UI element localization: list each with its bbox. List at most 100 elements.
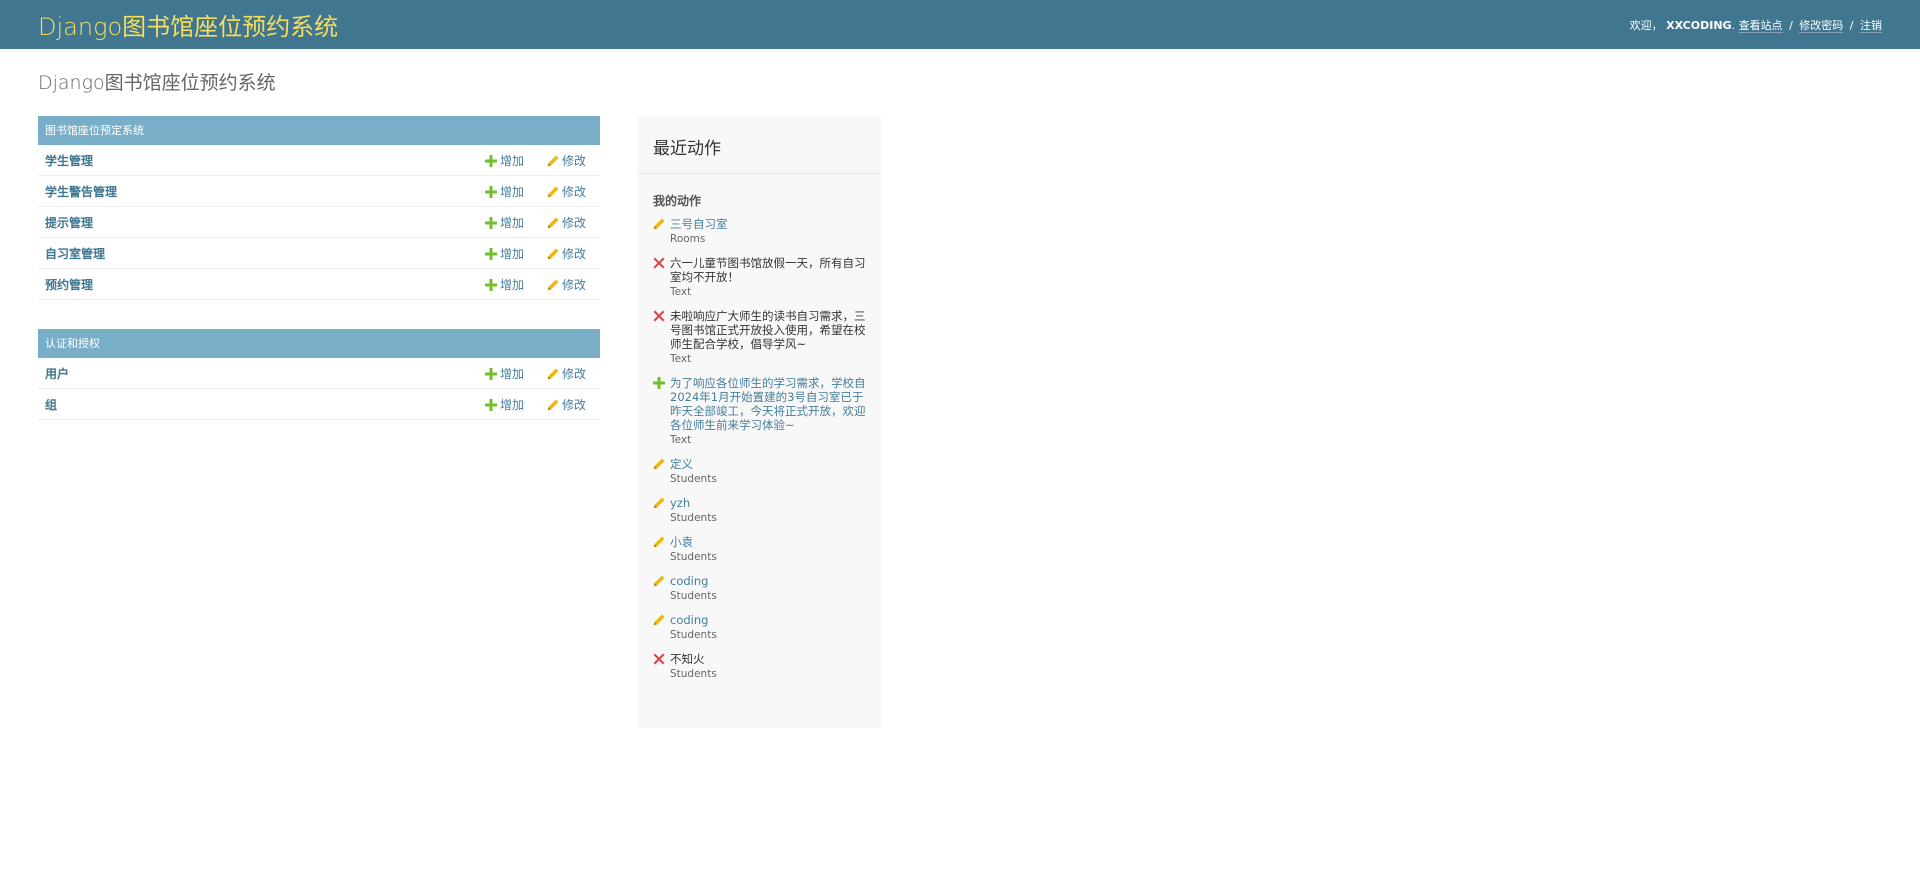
pencil-icon bbox=[653, 218, 665, 230]
pencil-icon bbox=[547, 248, 559, 259]
recent-action-item: 未啦响应广大师生的读书自习需求，三号图书馆正式开放投入使用，希望在校师生配合学校… bbox=[653, 309, 866, 366]
action-title[interactable]: 为了响应各位师生的学习需求，学校自2024年1月开始置建的3号自习室已于昨天全部… bbox=[670, 376, 866, 432]
change-label: 修改 bbox=[562, 153, 587, 168]
action-content-type: Rooms bbox=[670, 233, 706, 245]
change-link[interactable]: 修改 bbox=[547, 214, 593, 231]
add-label: 增加 bbox=[500, 277, 525, 292]
add-link[interactable]: 增加 bbox=[485, 396, 547, 413]
recent-action-item: 六一儿童节图书馆放假一天，所有自习室均不开放！ Text bbox=[653, 256, 866, 299]
model-row: 组增加 修改 bbox=[38, 389, 600, 420]
page-title: Django图书馆座位预约系统 bbox=[38, 72, 276, 94]
pencil-icon bbox=[547, 368, 559, 379]
pencil-icon bbox=[653, 458, 665, 470]
add-label: 增加 bbox=[500, 153, 525, 168]
action-title: 不知火 bbox=[670, 652, 705, 666]
add-link[interactable]: 增加 bbox=[485, 245, 547, 262]
action-title: 六一儿童节图书馆放假一天，所有自习室均不开放！ bbox=[670, 256, 866, 284]
recent-action-item: 不知火 Students bbox=[653, 652, 866, 681]
model-link[interactable]: 组 bbox=[45, 396, 485, 413]
action-content-type: Students bbox=[670, 512, 717, 524]
separator: / bbox=[1789, 18, 1793, 32]
action-title[interactable]: coding bbox=[670, 574, 866, 588]
action-body: 三号自习室 Rooms bbox=[670, 217, 866, 246]
app-module: 认证和授权 用户 增加 修改组增加 修改 bbox=[38, 329, 600, 420]
add-link[interactable]: 增加 bbox=[485, 365, 547, 382]
recent-action-item[interactable]: 为了响应各位师生的学习需求，学校自2024年1月开始置建的3号自习室已于昨天全部… bbox=[653, 376, 866, 447]
plus-icon bbox=[485, 185, 497, 198]
action-body: yzh Students bbox=[670, 496, 866, 525]
add-label: 增加 bbox=[500, 246, 525, 261]
recent-action-item[interactable]: 小袁 Students bbox=[653, 535, 866, 564]
model-link[interactable]: 学生警告管理 bbox=[45, 183, 485, 200]
recent-action-item[interactable]: coding Students bbox=[653, 613, 866, 642]
plus-icon bbox=[485, 216, 497, 229]
site-branding[interactable]: Django图书馆座位预约系统 bbox=[38, 7, 338, 42]
pencil-icon bbox=[547, 279, 559, 290]
action-title[interactable]: 小袁 bbox=[670, 535, 866, 549]
delete-x-icon bbox=[653, 310, 665, 322]
change-link[interactable]: 修改 bbox=[547, 396, 593, 413]
action-body: coding Students bbox=[670, 613, 866, 642]
pencil-icon bbox=[547, 155, 559, 166]
action-body: 未啦响应广大师生的读书自习需求，三号图书馆正式开放投入使用，希望在校师生配合学校… bbox=[670, 309, 866, 366]
module-caption[interactable]: 图书馆座位预定系统 bbox=[38, 116, 600, 145]
logout-link[interactable]: 注销 bbox=[1860, 18, 1882, 33]
change-password-link[interactable]: 修改密码 bbox=[1799, 18, 1844, 33]
add-link[interactable]: 增加 bbox=[485, 214, 547, 231]
module-caption[interactable]: 认证和授权 bbox=[38, 329, 600, 358]
model-row: 自习室管理 增加 修改 bbox=[38, 238, 600, 269]
add-link[interactable]: 增加 bbox=[485, 276, 547, 293]
action-title[interactable]: 定义 bbox=[670, 457, 866, 471]
change-link[interactable]: 修改 bbox=[547, 245, 593, 262]
plus-icon bbox=[653, 377, 665, 389]
change-link[interactable]: 修改 bbox=[547, 152, 593, 169]
change-link[interactable]: 修改 bbox=[547, 183, 593, 200]
delete-x-icon bbox=[653, 653, 665, 665]
username-period: . bbox=[1731, 18, 1736, 32]
header-bar: Django图书馆座位预约系统 欢迎， XXCODING. 查看站点 / 修改密… bbox=[0, 0, 1920, 49]
action-body: 定义 Students bbox=[670, 457, 866, 486]
content-area: Django图书馆座位预约系统 图书馆座位预定系统 学生管理 增加 修改 学生警告管理增… bbox=[0, 49, 1920, 728]
action-title[interactable]: 三号自习室 bbox=[670, 217, 866, 231]
action-body: coding Students bbox=[670, 574, 866, 603]
action-body: 不知火 Students bbox=[670, 652, 866, 681]
model-row: 学生警告管理 增加 修改 bbox=[38, 176, 600, 207]
model-row: 提示管理 增加 修改 bbox=[38, 207, 600, 238]
add-label: 增加 bbox=[500, 215, 525, 230]
pencil-icon bbox=[547, 217, 559, 228]
model-link[interactable]: 提示管理 bbox=[45, 214, 485, 231]
model-link[interactable]: 自习室管理 bbox=[45, 245, 485, 262]
recent-actions-title: 最近动作 bbox=[638, 116, 881, 174]
recent-action-item[interactable]: 三号自习室 Rooms bbox=[653, 217, 866, 246]
model-link[interactable]: 用户 bbox=[45, 365, 485, 382]
change-label: 修改 bbox=[562, 246, 587, 261]
change-link[interactable]: 修改 bbox=[547, 276, 593, 293]
change-label: 修改 bbox=[562, 366, 587, 381]
change-label: 修改 bbox=[562, 215, 587, 230]
view-site-link[interactable]: 查看站点 bbox=[1738, 18, 1783, 33]
action-title[interactable]: coding bbox=[670, 613, 866, 627]
action-content-type: Students bbox=[670, 668, 717, 680]
recent-action-item[interactable]: yzh Students bbox=[653, 496, 866, 525]
action-content-type: Text bbox=[670, 353, 692, 365]
action-body: 为了响应各位师生的学习需求，学校自2024年1月开始置建的3号自习室已于昨天全部… bbox=[670, 376, 866, 447]
my-actions-subtitle: 我的动作 bbox=[653, 194, 702, 208]
action-body: 小袁 Students bbox=[670, 535, 866, 564]
action-content-type: Text bbox=[670, 434, 692, 446]
action-body: 六一儿童节图书馆放假一天，所有自习室均不开放！ Text bbox=[670, 256, 866, 299]
add-link[interactable]: 增加 bbox=[485, 152, 547, 169]
action-title: 未啦响应广大师生的读书自习需求，三号图书馆正式开放投入使用，希望在校师生配合学校… bbox=[670, 309, 866, 351]
plus-icon bbox=[485, 154, 497, 167]
change-link[interactable]: 修改 bbox=[547, 365, 593, 382]
action-title[interactable]: yzh bbox=[670, 496, 866, 510]
pencil-icon bbox=[547, 399, 559, 410]
model-link[interactable]: 预约管理 bbox=[45, 276, 485, 293]
model-link[interactable]: 学生管理 bbox=[45, 152, 485, 169]
recent-action-item[interactable]: coding Students bbox=[653, 574, 866, 603]
add-link[interactable]: 增加 bbox=[485, 183, 547, 200]
recent-action-item[interactable]: 定义 Students bbox=[653, 457, 866, 486]
plus-icon bbox=[485, 398, 497, 411]
pencil-icon bbox=[653, 536, 665, 548]
change-label: 修改 bbox=[562, 184, 587, 199]
pencil-icon bbox=[653, 575, 665, 587]
